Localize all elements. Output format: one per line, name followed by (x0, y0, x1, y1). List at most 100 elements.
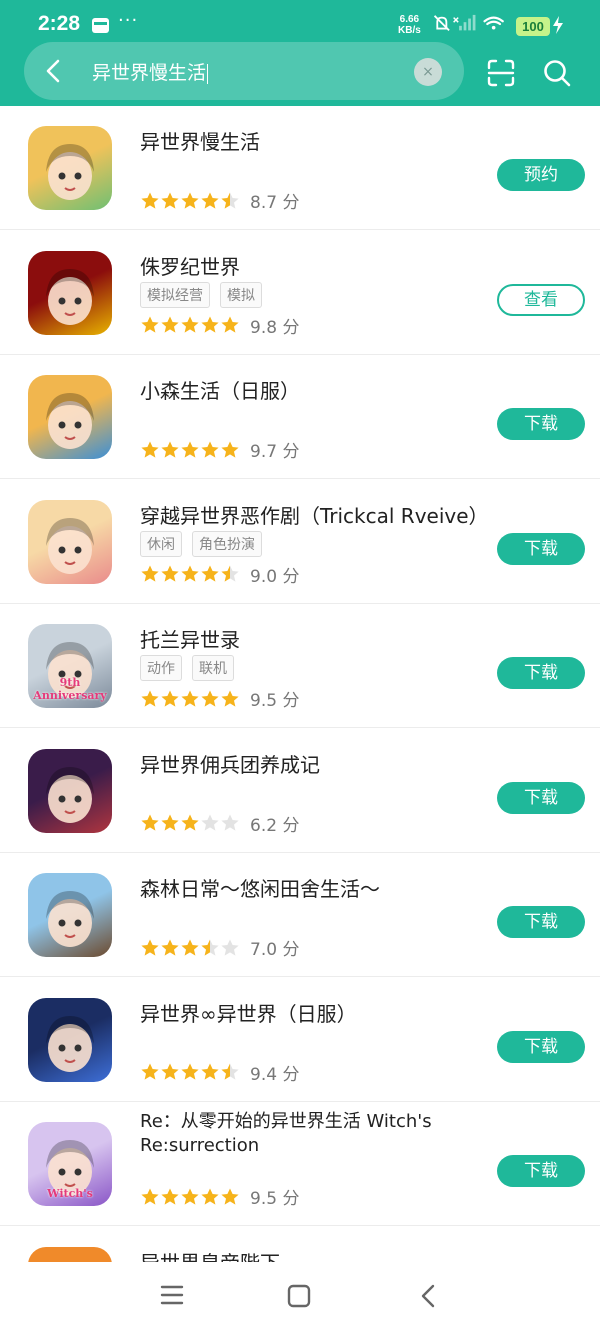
app-icon[interactable] (28, 1246, 112, 1262)
action-button[interactable]: 下载 (497, 657, 585, 689)
list-item[interactable]: 9th Anniversary 托兰异世录 动作 联机 9.5 分 下载 (0, 604, 600, 728)
action-button[interactable]: 下载 (497, 1030, 585, 1063)
category-tag[interactable]: 模拟经营 (140, 281, 210, 308)
action-button[interactable]: 下载 (497, 906, 585, 938)
category-tag[interactable]: 休闲 (140, 530, 182, 557)
list-item[interactable]: 穿越异世界恶作剧（Trickcal Rveive） 休闲 角色扮演 9.0 分 下载 (0, 480, 600, 604)
menu-icon[interactable] (160, 1284, 184, 1306)
rating: 9.5 分 (140, 1184, 299, 1209)
app-title[interactable]: 异世界∞异世界（日服） (140, 998, 357, 1027)
rating-star-icon (161, 814, 179, 831)
rating-star-icon (221, 814, 239, 831)
app-title[interactable]: 异世界皇帝陛下 (140, 1247, 280, 1263)
rating-star-icon (181, 565, 199, 582)
category-tag[interactable]: 动作 (140, 655, 182, 681)
action-button[interactable]: 下载 (497, 408, 585, 440)
rating-star-icon (141, 441, 159, 458)
category-tag[interactable]: 联机 (192, 655, 234, 681)
app-icon[interactable] (28, 375, 112, 459)
action-button[interactable]: 预约 (497, 159, 585, 191)
app-icon[interactable] (28, 873, 112, 957)
list-item[interactable]: Witch's Re：从零开始的异世界生活 Witch's Re:surrecti… (0, 1102, 600, 1226)
charging-icon (553, 16, 563, 34)
rating-star-icon (141, 690, 159, 707)
app-icon[interactable] (28, 250, 112, 335)
rating-star-icon (161, 192, 179, 209)
rating-star-icon (221, 1188, 239, 1205)
app-icon[interactable] (28, 499, 112, 584)
list-item[interactable]: 异世界慢生活 8.7 分 预约 (0, 106, 600, 230)
action-button[interactable]: 下载 (497, 532, 585, 565)
action-button[interactable]: 下载 (497, 781, 585, 814)
more-notifications-icon: ··· (118, 10, 139, 31)
app-title[interactable]: 侏罗纪世界 (140, 251, 240, 280)
search-icon[interactable] (542, 58, 572, 88)
app-title[interactable]: 穿越异世界恶作剧（Trickcal Rveive） (140, 500, 489, 529)
rating-star-icon (221, 565, 239, 582)
rating-star-icon (181, 192, 199, 209)
action-button[interactable]: 下载 (497, 1155, 585, 1187)
list-item[interactable]: 小森生活（日服） 9.7 分 下载 (0, 355, 600, 479)
app-title[interactable]: Re：从零开始的异世界生活 Witch's Re:surrection (140, 1110, 440, 1158)
character-art-icon (46, 268, 94, 325)
rating-score: 9.4 分 (250, 1064, 300, 1085)
rating-star-icon (161, 565, 179, 582)
category-tag[interactable]: 角色扮演 (192, 530, 262, 557)
clear-search-button[interactable]: × (414, 58, 442, 86)
rating-star-icon (181, 316, 199, 333)
app-title[interactable]: 森林日常～悠闲田舍生活～ (140, 873, 380, 902)
rating-star-icon (201, 441, 219, 458)
app-title[interactable]: 托兰异世录 (140, 624, 240, 653)
rating: 7.0 分 (140, 935, 299, 960)
rating-score: 9.8 分 (250, 317, 300, 338)
tag-list: 休闲 角色扮演 (140, 530, 262, 557)
list-item[interactable]: 侏罗纪世界 模拟经营 模拟 9.8 分 查看 (0, 231, 600, 355)
rating-star-icon (141, 1188, 159, 1205)
rating: 6.2 分 (140, 811, 299, 836)
character-art-icon (46, 1015, 94, 1072)
list-item[interactable]: 异世界佣兵团养成记 6.2 分 下载 (0, 729, 600, 853)
card-icon (92, 18, 109, 33)
app-title[interactable]: 异世界佣兵团养成记 (140, 749, 320, 778)
app-title[interactable]: 小森生活（日服） (140, 375, 300, 404)
list-item[interactable]: 异世界皇帝陛下 (0, 1227, 600, 1263)
list-item[interactable]: 异世界∞异世界（日服） 9.4 分 下载 (0, 978, 600, 1102)
action-button[interactable]: 查看 (497, 283, 585, 316)
category-tag[interactable]: 模拟 (220, 281, 262, 308)
character-art-icon (46, 393, 94, 449)
app-title[interactable]: 异世界慢生活 (140, 126, 260, 155)
app-icon[interactable] (28, 748, 112, 833)
rating: 8.7 分 (140, 188, 299, 213)
scan-icon[interactable] (486, 58, 516, 88)
character-art-icon (46, 517, 94, 574)
app-icon[interactable] (28, 126, 112, 210)
character-art-icon (46, 766, 94, 823)
app-icon[interactable]: Witch's (28, 1122, 112, 1206)
rating-star-icon (201, 1188, 219, 1205)
status-bar: 2:28 ··· 6.66 KB/s 100 (0, 0, 600, 44)
rating-star-icon (221, 690, 239, 707)
rating-star-icon (141, 1063, 159, 1080)
home-icon[interactable] (287, 1284, 311, 1308)
app-icon[interactable]: 9th Anniversary (28, 624, 112, 708)
rating-star-icon (181, 1188, 199, 1205)
search-results-list[interactable]: 异世界慢生活 8.7 分 预约侏罗纪世界 模拟经营 模拟 9.8 分 查看小森生活（日服） 9… (0, 106, 600, 1262)
search-bar[interactable]: 异世界慢生活 × (24, 42, 464, 100)
rating-star-icon (181, 441, 199, 458)
character-art-icon (46, 144, 94, 200)
search-input[interactable]: 异世界慢生活 (92, 58, 209, 85)
back-icon[interactable] (418, 1284, 438, 1308)
rating-star-icon (141, 814, 159, 831)
rating: 9.4 分 (140, 1060, 299, 1085)
back-arrow-icon[interactable] (42, 58, 66, 84)
tag-list: 模拟经营 模拟 (140, 281, 262, 308)
rating-star-icon (221, 1063, 239, 1080)
rating-star-icon (161, 316, 179, 333)
rating-score: 9.7 分 (250, 442, 300, 462)
list-item[interactable]: 森林日常～悠闲田舍生活～ 7.0 分 下载 (0, 853, 600, 977)
rating-star-icon (161, 690, 179, 707)
rating-score: 9.5 分 (250, 1189, 300, 1209)
app-icon[interactable] (28, 997, 112, 1082)
rating-star-icon (221, 441, 239, 458)
rating-star-icon (161, 1188, 179, 1205)
